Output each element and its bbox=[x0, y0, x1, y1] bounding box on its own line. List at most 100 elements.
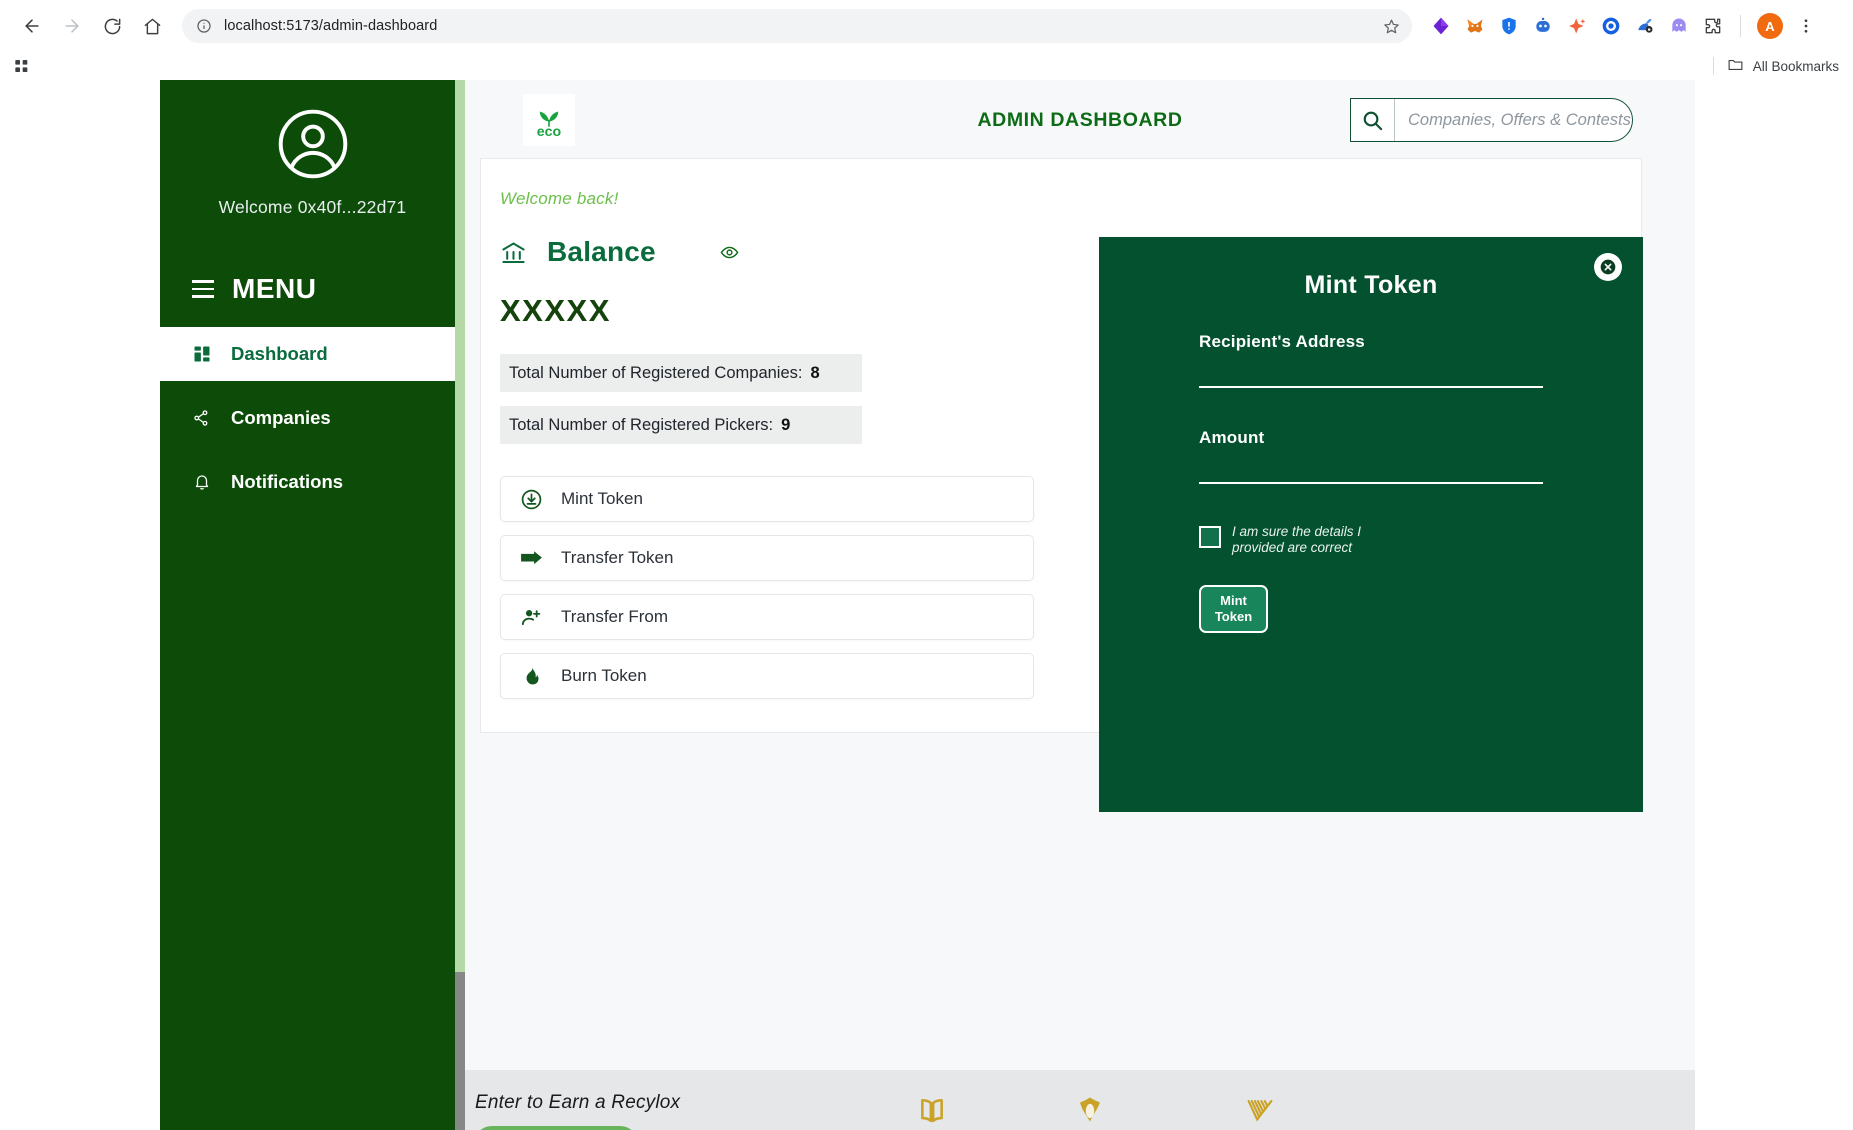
sidebar-item-label-notifications: Notifications bbox=[231, 471, 344, 492]
download-circle-icon bbox=[518, 488, 544, 511]
home-button[interactable] bbox=[134, 8, 170, 44]
wheat-check-icon bbox=[1243, 1094, 1277, 1130]
folder-icon bbox=[1727, 56, 1744, 76]
send-arrow-icon bbox=[518, 546, 544, 571]
search-icon[interactable] bbox=[1351, 99, 1395, 141]
sponsor-logos: Safe.ru UnifiedPlanet XtraGreen bbox=[905, 1094, 1299, 1130]
bookmark-star-icon[interactable] bbox=[1383, 18, 1400, 35]
burn-token-action[interactable]: Burn Token bbox=[500, 653, 1034, 699]
dashboard-card-left: Welcome back! Balance XXXXX Total Number… bbox=[481, 159, 1041, 699]
sparkle-extension-icon[interactable] bbox=[1566, 15, 1588, 37]
mint-token-action[interactable]: Mint Token bbox=[500, 476, 1034, 522]
companies-network-icon bbox=[191, 409, 213, 427]
all-bookmarks-label: All Bookmarks bbox=[1752, 58, 1839, 74]
stat-companies: Total Number of Registered Companies: 8 bbox=[500, 354, 862, 392]
app-root: Welcome 0x40f...22d71 MENU Dashboard Com… bbox=[0, 80, 1853, 1130]
amount-field: Amount bbox=[1199, 428, 1543, 484]
shield-extension-icon[interactable] bbox=[1498, 15, 1520, 37]
forward-button[interactable] bbox=[54, 8, 90, 44]
sidebar-item-dashboard[interactable]: Dashboard bbox=[160, 327, 458, 381]
reload-button[interactable] bbox=[94, 8, 130, 44]
sidebar-nav-list: Dashboard Companies Notifications bbox=[160, 327, 465, 509]
promo-left: Enter to Earn a Recylox LEARN MORE bbox=[465, 1092, 885, 1130]
recipient-address-field: Recipient's Address bbox=[1199, 332, 1543, 388]
promo-footer: Enter to Earn a Recylox LEARN MORE Safe.… bbox=[465, 1070, 1695, 1130]
sidebar-item-label-dashboard: Dashboard bbox=[231, 343, 328, 364]
recipient-address-input[interactable] bbox=[1199, 352, 1543, 388]
stat-companies-label: Total Number of Registered Companies: bbox=[509, 363, 803, 382]
target-extension-icon[interactable] bbox=[1600, 15, 1622, 37]
dashboard-grid-icon bbox=[191, 345, 213, 363]
transfer-token-action-label: Transfer Token bbox=[561, 548, 674, 567]
user-plus-icon bbox=[518, 606, 544, 629]
toggle-balance-visibility-icon[interactable] bbox=[720, 243, 739, 262]
all-bookmarks-entry[interactable]: All Bookmarks bbox=[1712, 56, 1839, 76]
hamburger-icon[interactable] bbox=[192, 280, 214, 298]
address-bar[interactable]: localhost:5173/admin-dashboard bbox=[182, 9, 1412, 43]
diamond-extension-icon[interactable] bbox=[1430, 15, 1452, 37]
balance-value: XXXXX bbox=[500, 293, 611, 328]
confirm-details-checkbox[interactable] bbox=[1199, 526, 1221, 548]
metamask-extension-icon[interactable] bbox=[1464, 15, 1486, 37]
sidebar-scrollbar-thumb[interactable] bbox=[455, 972, 465, 1130]
sidebar-item-label-companies: Companies bbox=[231, 407, 331, 428]
address-bar-url: localhost:5173/admin-dashboard bbox=[224, 18, 438, 34]
stat-companies-value: 8 bbox=[810, 363, 820, 382]
ring-diamond-icon bbox=[1073, 1094, 1107, 1130]
toolbar-divider bbox=[1740, 15, 1741, 37]
browser-chrome: localhost:5173/admin-dashboard A All Boo… bbox=[0, 0, 1853, 80]
sponsor-safe-ru[interactable]: Safe.ru bbox=[905, 1094, 959, 1130]
browser-nav-row: localhost:5173/admin-dashboard A bbox=[0, 0, 1853, 52]
sidebar-menu-title: MENU bbox=[232, 273, 317, 304]
puzzle-extensions-icon[interactable] bbox=[1702, 15, 1724, 37]
browser-menu-icon[interactable] bbox=[1795, 17, 1817, 35]
recipient-address-label: Recipient's Address bbox=[1199, 332, 1365, 351]
balance-label: Balance bbox=[547, 236, 656, 267]
sidebar-item-companies[interactable]: Companies bbox=[160, 391, 465, 445]
bank-icon bbox=[500, 239, 527, 266]
sponsor-xtragreen[interactable]: XtraGreen bbox=[1221, 1094, 1298, 1130]
site-info-icon[interactable] bbox=[194, 16, 214, 36]
extensions-bar: A bbox=[1422, 13, 1817, 39]
welcome-back-text: Welcome back! bbox=[500, 189, 619, 208]
amount-input[interactable] bbox=[1199, 448, 1543, 484]
transfer-from-action[interactable]: Transfer From bbox=[500, 594, 1034, 640]
robot-extension-icon[interactable] bbox=[1532, 15, 1554, 37]
confirm-details-label: I am sure the details I provided are cor… bbox=[1232, 524, 1362, 556]
token-actions-list: Mint Token Transfer Token Transfer From bbox=[500, 476, 1034, 699]
dashboard-card: Welcome back! Balance XXXXX Total Number… bbox=[480, 158, 1643, 812]
user-avatar-icon bbox=[275, 106, 351, 187]
back-button[interactable] bbox=[14, 8, 50, 44]
sidebar-item-notifications[interactable]: Notifications bbox=[160, 455, 465, 509]
mint-token-submit-button[interactable]: Mint Token bbox=[1199, 584, 1268, 633]
sidebar-menu-header[interactable]: MENU bbox=[160, 218, 465, 305]
modal-title: Mint Token bbox=[1304, 271, 1438, 299]
promo-cta-text: Enter to Earn a Recylox bbox=[475, 1091, 681, 1113]
balance-row: Balance bbox=[500, 236, 1041, 268]
main-content: eco ADMIN DASHBOARD Welcome back! Balanc bbox=[465, 80, 1695, 1130]
search-box[interactable] bbox=[1350, 98, 1633, 142]
close-icon[interactable] bbox=[1594, 253, 1622, 281]
mint-token-modal: Mint Token Recipient's Address Amount I … bbox=[1099, 237, 1643, 812]
open-book-icon bbox=[915, 1094, 949, 1130]
sponsor-unifiedplanet[interactable]: UnifiedPlanet bbox=[1039, 1094, 1141, 1130]
transfer-token-action[interactable]: Transfer Token bbox=[500, 535, 1034, 581]
flame-icon bbox=[518, 665, 544, 687]
modal-body: Recipient's Address Amount I am sure the… bbox=[1099, 300, 1643, 633]
stat-pickers-label: Total Number of Registered Pickers: bbox=[509, 415, 774, 434]
ghost-extension-icon[interactable] bbox=[1668, 15, 1690, 37]
bookmarks-bar: All Bookmarks bbox=[0, 52, 1853, 80]
search-input[interactable] bbox=[1395, 99, 1632, 141]
bell-icon bbox=[191, 473, 213, 491]
bookmarks-divider bbox=[1712, 57, 1714, 75]
burn-token-action-label: Burn Token bbox=[561, 666, 647, 685]
apps-grid-icon[interactable] bbox=[14, 58, 30, 74]
amount-label: Amount bbox=[1199, 428, 1265, 447]
transfer-from-action-label: Transfer From bbox=[561, 607, 669, 626]
learn-more-button[interactable]: LEARN MORE bbox=[475, 1125, 637, 1130]
rabbit-extension-icon[interactable] bbox=[1634, 15, 1656, 37]
stat-pickers-value: 9 bbox=[781, 415, 791, 434]
profile-avatar[interactable]: A bbox=[1757, 13, 1783, 39]
sidebar: Welcome 0x40f...22d71 MENU Dashboard Com… bbox=[160, 80, 465, 1130]
confirm-details-row[interactable]: I am sure the details I provided are cor… bbox=[1199, 524, 1543, 557]
